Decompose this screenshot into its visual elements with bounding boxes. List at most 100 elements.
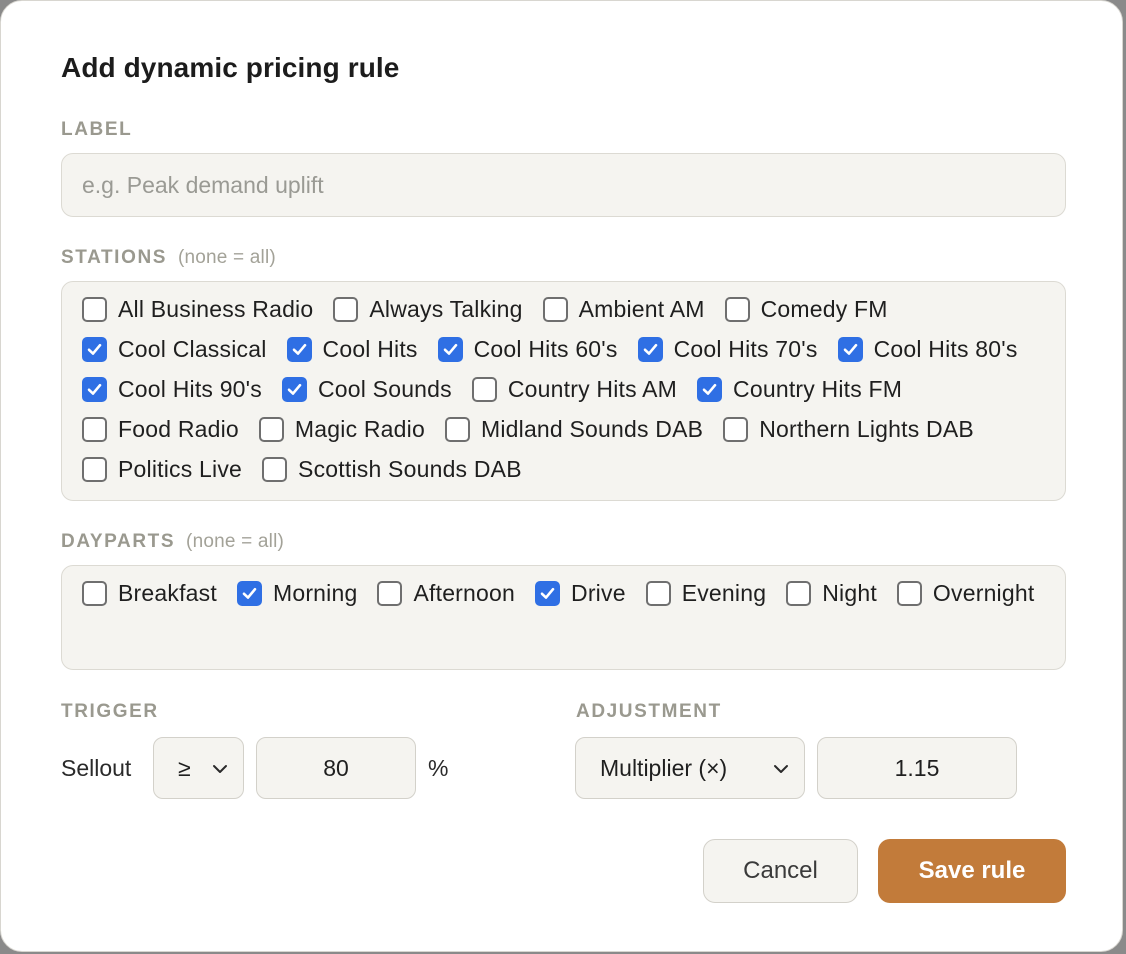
checkmark-icon — [236, 581, 262, 606]
station-checkbox-label: Cool Hits 60's — [473, 336, 618, 362]
checkbox-empty-icon — [82, 417, 107, 442]
station-checkbox-label: Cool Hits 80's — [873, 336, 1018, 362]
adjustment-section-label: ADJUSTMENT — [576, 701, 722, 723]
daypart-checkbox-breakfast[interactable]: Breakfast — [82, 580, 217, 606]
station-checkbox-label: Country Hits AM — [507, 376, 678, 402]
daypart-checkbox-evening[interactable]: Evening — [645, 580, 767, 606]
station-checkbox-label: Northern Lights DAB — [759, 416, 974, 442]
station-checkbox-midland-sounds-dab[interactable]: Midland Sounds DAB — [444, 416, 704, 442]
station-checkbox-label: Scottish Sounds DAB — [298, 456, 522, 482]
stations-hint: (none = all) — [177, 247, 276, 268]
checkbox-empty-icon — [377, 581, 403, 606]
checkbox-empty-icon — [258, 417, 284, 442]
station-checkbox-label: Politics Live — [118, 456, 243, 482]
station-checkbox-country-hits-fm[interactable]: Country Hits FM — [697, 376, 903, 402]
dialog-title: Add dynamic pricing rule — [61, 52, 400, 83]
station-checkbox-label: Food Radio — [118, 416, 239, 442]
pricing-rule-dialog: Add dynamic pricing rule LABEL STATIONS … — [0, 0, 1123, 952]
daypart-checkbox-label: Night — [822, 580, 877, 606]
trigger-metric-label: Sellout — [61, 755, 132, 781]
checkbox-empty-icon — [262, 457, 288, 482]
station-checkbox-cool-classical[interactable]: Cool Classical — [82, 336, 267, 362]
stations-heading: STATIONS — [61, 247, 168, 268]
chevron-down-icon — [774, 765, 788, 773]
station-checkbox-label: Comedy FM — [760, 296, 888, 322]
station-checkbox-comedy-fm[interactable]: Comedy FM — [724, 296, 888, 322]
cancel-button-label: Cancel — [743, 857, 818, 884]
station-checkbox-cool-hits-60s[interactable]: Cool Hits 60's — [437, 336, 618, 362]
trigger-heading: TRIGGER — [61, 701, 159, 722]
trigger-value-input[interactable]: 80 — [256, 737, 416, 799]
daypart-checkbox-overnight[interactable]: Overnight — [896, 580, 1035, 606]
label-section-label: LABEL — [61, 119, 132, 141]
adjustment-type-select[interactable]: Multiplier (×) — [575, 737, 805, 799]
stations-panel: All Business Radio Always Talking Ambient … — [61, 281, 1066, 501]
station-checkbox-label: Cool Classical — [118, 336, 267, 362]
station-checkbox-cool-hits-80s[interactable]: Cool Hits 80's — [837, 336, 1018, 362]
checkbox-empty-icon — [896, 581, 922, 606]
station-checkbox-all-business-radio[interactable]: All Business Radio — [82, 296, 314, 322]
station-checkbox-label: Cool Hits 70's — [673, 336, 818, 362]
checkbox-empty-icon — [333, 297, 359, 322]
station-checkbox-label: Always Talking — [369, 296, 523, 322]
station-checkbox-always-talking[interactable]: Always Talking — [333, 296, 523, 322]
checkbox-empty-icon — [444, 417, 470, 442]
checkmark-icon — [82, 377, 107, 402]
dayparts-panel: Breakfast Morning Afternoon Drive Evening Nig… — [61, 565, 1066, 670]
station-checkbox-northern-lights-dab[interactable]: Northern Lights DAB — [723, 416, 974, 442]
station-checkbox-label: Midland Sounds DAB — [480, 416, 704, 442]
daypart-checkbox-drive[interactable]: Drive — [535, 580, 626, 606]
daypart-checkbox-label: Evening — [681, 580, 767, 606]
checkmark-icon — [637, 337, 663, 362]
station-checkbox-label: All Business Radio — [118, 296, 314, 322]
rule-label-input[interactable] — [61, 153, 1066, 217]
checkbox-empty-icon — [723, 417, 749, 442]
checkmark-icon — [286, 337, 312, 362]
trigger-operator-select[interactable]: ≥ — [153, 737, 244, 799]
station-checkbox-food-radio[interactable]: Food Radio — [82, 416, 239, 442]
trigger-section-label: TRIGGER — [61, 701, 159, 723]
station-checkbox-magic-radio[interactable]: Magic Radio — [258, 416, 425, 442]
station-checkbox-cool-sounds[interactable]: Cool Sounds — [281, 376, 452, 402]
checkbox-empty-icon — [82, 297, 107, 322]
trigger-unit-label: % — [428, 755, 449, 781]
dayparts-heading: DAYPARTS — [61, 531, 176, 552]
daypart-checkbox-night[interactable]: Night — [786, 580, 877, 606]
adjustment-value-text: 1.15 — [894, 754, 940, 781]
station-checkbox-cool-hits-90s[interactable]: Cool Hits 90's — [82, 376, 262, 402]
dayparts-section-label: DAYPARTS (none = all) — [61, 531, 284, 553]
station-checkbox-label: Cool Hits 90's — [118, 376, 262, 402]
checkbox-empty-icon — [724, 297, 750, 322]
adjustment-value-input[interactable]: 1.15 — [817, 737, 1017, 799]
station-checkbox-country-hits-am[interactable]: Country Hits AM — [471, 376, 678, 402]
checkmark-icon — [82, 337, 107, 362]
checkbox-empty-icon — [786, 581, 812, 606]
checkbox-empty-icon — [82, 581, 107, 606]
checkmark-icon — [697, 377, 723, 402]
checkbox-empty-icon — [542, 297, 568, 322]
checkbox-empty-icon — [82, 457, 107, 482]
station-checkbox-cool-hits[interactable]: Cool Hits — [286, 336, 418, 362]
dayparts-hint: (none = all) — [186, 531, 285, 552]
station-checkbox-label: Ambient AM — [578, 296, 705, 322]
station-checkbox-ambient-am[interactable]: Ambient AM — [542, 296, 705, 322]
station-checkbox-cool-hits-70s[interactable]: Cool Hits 70's — [637, 336, 818, 362]
daypart-checkbox-label: Overnight — [932, 580, 1035, 606]
checkmark-icon — [281, 377, 307, 402]
station-checkbox-label: Magic Radio — [294, 416, 425, 442]
station-checkbox-label: Country Hits FM — [733, 376, 903, 402]
save-rule-button[interactable]: Save rule — [878, 839, 1066, 903]
daypart-checkbox-afternoon[interactable]: Afternoon — [377, 580, 515, 606]
cancel-button[interactable]: Cancel — [703, 839, 858, 903]
adjustment-heading: ADJUSTMENT — [576, 701, 722, 722]
save-button-label: Save rule — [918, 857, 1026, 884]
daypart-checkbox-morning[interactable]: Morning — [236, 580, 358, 606]
station-checkbox-scottish-sounds-dab[interactable]: Scottish Sounds DAB — [262, 456, 522, 482]
station-checkbox-label: Cool Hits — [322, 336, 418, 362]
daypart-checkbox-label: Morning — [272, 580, 358, 606]
station-checkbox-label: Cool Sounds — [317, 376, 452, 402]
dayparts-list: Breakfast Morning Afternoon Drive Evening Nig… — [82, 580, 1045, 606]
trigger-operator-value: ≥ — [178, 754, 191, 781]
chevron-down-icon — [213, 765, 227, 773]
station-checkbox-politics-live[interactable]: Politics Live — [82, 456, 243, 482]
